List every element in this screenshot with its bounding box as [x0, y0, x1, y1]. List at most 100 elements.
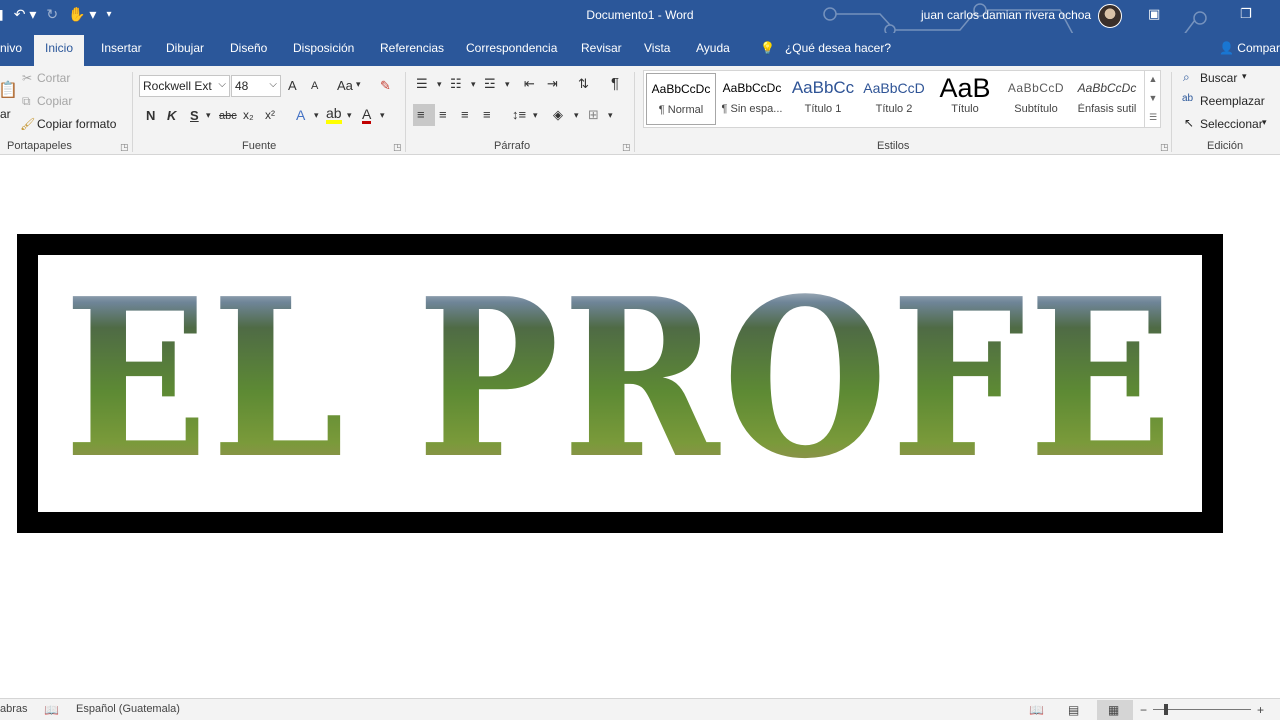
chevron-down-icon[interactable]: ▾ — [505, 79, 510, 90]
align-center-icon[interactable]: ≡ — [439, 107, 447, 122]
grow-font-icon[interactable]: A — [288, 78, 297, 93]
copy-button[interactable]: Copiar — [37, 94, 72, 108]
proofing-icon[interactable]: 📖 — [44, 703, 59, 717]
font-name-combo[interactable]: Rockwell Ext ⌵ — [139, 75, 230, 97]
tab-inicio[interactable]: Inicio — [34, 35, 85, 66]
style-subtle-emphasis[interactable]: AaBbCcDc Énfasis sutil — [1072, 73, 1142, 125]
text-box[interactable]: EL PROFE — [38, 251, 1202, 512]
subscript-button[interactable]: x₂ — [243, 108, 254, 122]
clipboard-launcher-icon[interactable]: ◳ — [120, 142, 129, 153]
chevron-down-icon[interactable]: ▾ — [356, 79, 361, 90]
bold-button[interactable]: N — [146, 108, 155, 123]
chevron-up-icon[interactable]: ▲ — [1145, 70, 1161, 89]
chevron-down-icon[interactable]: ▾ — [437, 79, 442, 90]
language-label[interactable]: Español (Guatemala) — [76, 703, 180, 715]
web-layout-icon[interactable]: ▦ — [1108, 703, 1119, 717]
tab-insertar[interactable]: Insertar — [101, 41, 142, 55]
find-button[interactable]: Buscar — [1200, 71, 1237, 85]
scissors-icon[interactable]: ✂ — [22, 71, 32, 85]
shrink-font-icon[interactable]: A — [311, 80, 318, 92]
chevron-down-icon[interactable]: ▼ — [1145, 89, 1161, 108]
format-painter-icon[interactable]: 🖌 — [20, 117, 35, 131]
align-left-icon[interactable]: ≡ — [417, 107, 425, 122]
chevron-down-icon[interactable]: ▾ — [1262, 117, 1267, 128]
tab-vista[interactable]: Vista — [644, 41, 670, 55]
style-normal[interactable]: AaBbCcDc ¶ Normal — [646, 73, 716, 125]
chevron-down-icon[interactable]: ▾ — [471, 79, 476, 90]
tell-me-box[interactable]: 💡 ¿Qué desea hacer? — [760, 41, 891, 55]
tab-archivo[interactable]: nivo — [0, 41, 22, 55]
styles-launcher-icon[interactable]: ◳ — [1160, 142, 1169, 153]
italic-button[interactable]: K — [167, 108, 176, 123]
style-subtitle[interactable]: AaBbCcD Subtítulo — [1001, 73, 1071, 125]
word-count[interactable]: abras — [0, 703, 28, 715]
clear-formatting-icon[interactable]: ✎ — [380, 78, 391, 94]
text-effects-icon[interactable]: A — [296, 107, 305, 123]
document-canvas[interactable]: EL PROFE — [0, 155, 1280, 698]
style-heading-1[interactable]: AaBbCc Título 1 — [788, 73, 858, 125]
tab-correspondencia[interactable]: Correspondencia — [466, 41, 557, 55]
increase-indent-icon[interactable]: ⇥ — [547, 76, 558, 92]
change-case-icon[interactable]: Aa — [337, 78, 353, 93]
paste-icon[interactable]: 📋 — [0, 80, 18, 100]
chevron-down-icon[interactable]: ▾ — [380, 110, 385, 121]
tab-referencias[interactable]: Referencias — [380, 41, 444, 55]
ribbon-display-options-icon[interactable]: ▣ — [1148, 6, 1160, 22]
zoom-in-button[interactable]: + — [1257, 703, 1264, 717]
style-no-spacing[interactable]: AaBbCcDc ¶ Sin espa... — [717, 73, 787, 125]
share-button[interactable]: 👤 Compar — [1219, 41, 1280, 55]
zoom-slider-thumb[interactable] — [1164, 704, 1168, 715]
avatar[interactable] — [1098, 4, 1122, 28]
superscript-button[interactable]: x² — [265, 108, 275, 122]
align-right-icon[interactable]: ≡ — [461, 107, 469, 122]
borders-icon[interactable]: ⊞ — [588, 107, 599, 123]
more-styles-icon[interactable]: ☰ — [1145, 108, 1161, 127]
zoom-out-button[interactable]: − — [1140, 703, 1147, 717]
numbering-icon[interactable]: ☷ — [450, 76, 462, 92]
highlight-icon[interactable]: ab — [326, 106, 342, 124]
tab-disposicion[interactable]: Disposición — [293, 41, 354, 55]
copy-icon[interactable]: ⧉ — [22, 94, 31, 109]
strikethrough-button[interactable]: abc — [219, 110, 237, 122]
tab-diseno[interactable]: Diseño — [230, 41, 267, 55]
cut-button[interactable]: Cortar — [37, 71, 70, 85]
style-title[interactable]: AaB Título — [930, 73, 1000, 125]
font-launcher-icon[interactable]: ◳ — [393, 142, 402, 153]
chevron-down-icon[interactable]: ▾ — [533, 110, 538, 121]
show-formatting-button[interactable]: ¶ — [611, 75, 619, 92]
bullets-icon[interactable]: ☰ — [416, 76, 428, 92]
chevron-down-icon[interactable]: ▾ — [314, 110, 319, 121]
format-painter-button[interactable]: Copiar formato — [37, 117, 116, 131]
sort-icon[interactable]: ⇅ — [578, 76, 589, 92]
paragraph-launcher-icon[interactable]: ◳ — [622, 142, 631, 153]
tab-revisar[interactable]: Revisar — [581, 41, 622, 55]
image-filled-text[interactable]: EL PROFE — [38, 251, 1202, 512]
search-icon[interactable]: ⌕ — [1183, 70, 1190, 85]
user-name[interactable]: juan carlos damian rivera ochoa — [921, 8, 1091, 22]
chevron-down-icon[interactable]: ▾ — [1242, 71, 1247, 82]
font-size-combo[interactable]: 48 ⌵ — [231, 75, 281, 97]
select-cursor-icon[interactable]: ↖ — [1184, 116, 1194, 130]
justify-icon[interactable]: ≡ — [483, 107, 491, 122]
read-mode-icon[interactable]: 📖 — [1029, 703, 1044, 717]
underline-button[interactable]: S — [190, 108, 199, 123]
chevron-down-icon[interactable]: ▾ — [574, 110, 579, 121]
replace-icon[interactable]: ab — [1182, 93, 1193, 104]
paste-label[interactable]: ar — [0, 107, 11, 121]
chevron-down-icon[interactable]: ▾ — [347, 110, 352, 121]
print-layout-icon[interactable]: ▤ — [1068, 703, 1079, 717]
line-spacing-icon[interactable]: ↕≡ — [512, 107, 526, 122]
tab-ayuda[interactable]: Ayuda — [696, 41, 730, 55]
font-color-icon[interactable]: A — [362, 107, 372, 124]
decrease-indent-icon[interactable]: ⇤ — [524, 76, 535, 92]
chevron-down-icon[interactable]: ▾ — [206, 110, 211, 121]
chevron-down-icon[interactable]: ▾ — [608, 110, 613, 121]
black-border-frame[interactable]: EL PROFE — [17, 234, 1223, 533]
style-heading-2[interactable]: AaBbCcD Título 2 — [859, 73, 929, 125]
multilevel-list-icon[interactable]: ☲ — [484, 76, 496, 92]
replace-button[interactable]: Reemplazar — [1200, 94, 1265, 108]
shading-icon[interactable]: ◈ — [553, 107, 563, 123]
select-button[interactable]: Seleccionar — [1200, 117, 1263, 131]
tab-dibujar[interactable]: Dibujar — [166, 41, 204, 55]
restore-window-icon[interactable]: ❐ — [1240, 6, 1252, 22]
